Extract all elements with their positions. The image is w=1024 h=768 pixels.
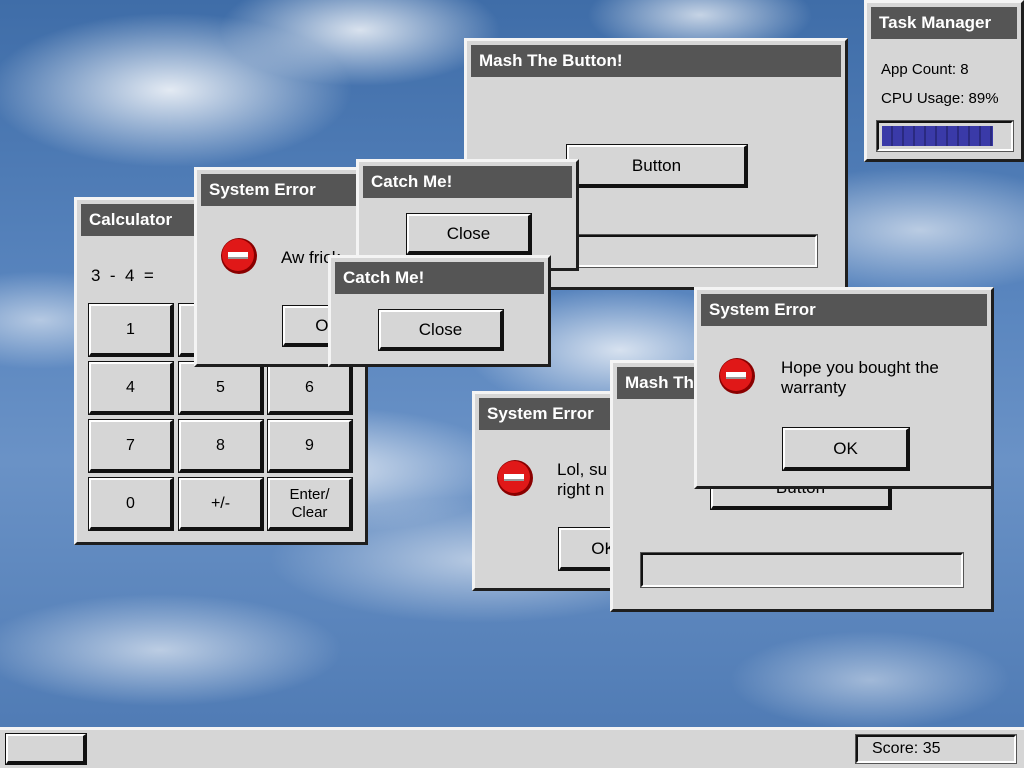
score-display: Score: 35 bbox=[855, 734, 1017, 764]
error-dialog-2: System Error Lol, su right n OK bbox=[472, 391, 650, 591]
calc-key-enter-clear[interactable]: Enter/ Clear bbox=[267, 477, 353, 531]
cpu-usage-bar bbox=[876, 120, 1014, 152]
error-dialog-2-title[interactable]: System Error bbox=[479, 398, 625, 430]
app-count-label: App Count: 8 bbox=[881, 61, 969, 78]
taskbar: Score: 35 bbox=[0, 727, 1024, 768]
catch-me-window-2-title[interactable]: Catch Me! bbox=[335, 262, 544, 294]
error-icon bbox=[221, 238, 257, 274]
error-dialog-1-title[interactable]: System Error bbox=[201, 174, 377, 206]
start-button[interactable] bbox=[5, 733, 87, 765]
error-dialog-3-message-line2: warranty bbox=[781, 378, 847, 397]
mash-window-2-progress bbox=[640, 552, 964, 588]
error-dialog-3-title[interactable]: System Error bbox=[701, 294, 987, 326]
catch-me-window-2-close-button[interactable]: Close bbox=[378, 309, 504, 351]
calc-key-8[interactable]: 8 bbox=[178, 419, 264, 473]
score-label: Score: 35 bbox=[872, 740, 941, 757]
error-icon bbox=[719, 358, 755, 394]
calc-key-negate[interactable]: +/- bbox=[178, 477, 264, 531]
calc-key-0[interactable]: 0 bbox=[88, 477, 174, 531]
mash-window-1-button[interactable]: Button bbox=[566, 144, 748, 188]
error-dialog-3: System Error Hope you bought the warrant… bbox=[694, 287, 994, 489]
task-manager-window: Task Manager App Count: 8 CPU Usage: 89% bbox=[864, 0, 1024, 162]
error-icon bbox=[497, 460, 533, 496]
error-dialog-2-message-line2: right n bbox=[557, 480, 605, 499]
mash-window-1-title[interactable]: Mash The Button! bbox=[471, 45, 841, 77]
cpu-usage-fill bbox=[882, 126, 994, 146]
calc-key-4[interactable]: 4 bbox=[88, 361, 174, 415]
catch-me-window-1-title[interactable]: Catch Me! bbox=[363, 166, 572, 198]
calc-key-1[interactable]: 1 bbox=[88, 303, 174, 357]
error-dialog-2-message-line1: Lol, su bbox=[557, 460, 608, 479]
calculator-display: 3 - 4 = bbox=[91, 266, 154, 285]
catch-me-window-1-close-button[interactable]: Close bbox=[406, 213, 532, 255]
catch-me-window-2: Catch Me! Close bbox=[328, 255, 551, 367]
error-dialog-3-ok-button[interactable]: OK bbox=[782, 427, 910, 471]
calc-key-5[interactable]: 5 bbox=[178, 361, 264, 415]
calc-key-9[interactable]: 9 bbox=[267, 419, 353, 473]
cpu-usage-label: CPU Usage: 89% bbox=[881, 90, 999, 107]
error-dialog-3-message-line1: Hope you bought the bbox=[781, 358, 939, 377]
calc-key-7[interactable]: 7 bbox=[88, 419, 174, 473]
calc-key-6[interactable]: 6 bbox=[267, 361, 353, 415]
task-manager-title[interactable]: Task Manager bbox=[871, 7, 1017, 39]
